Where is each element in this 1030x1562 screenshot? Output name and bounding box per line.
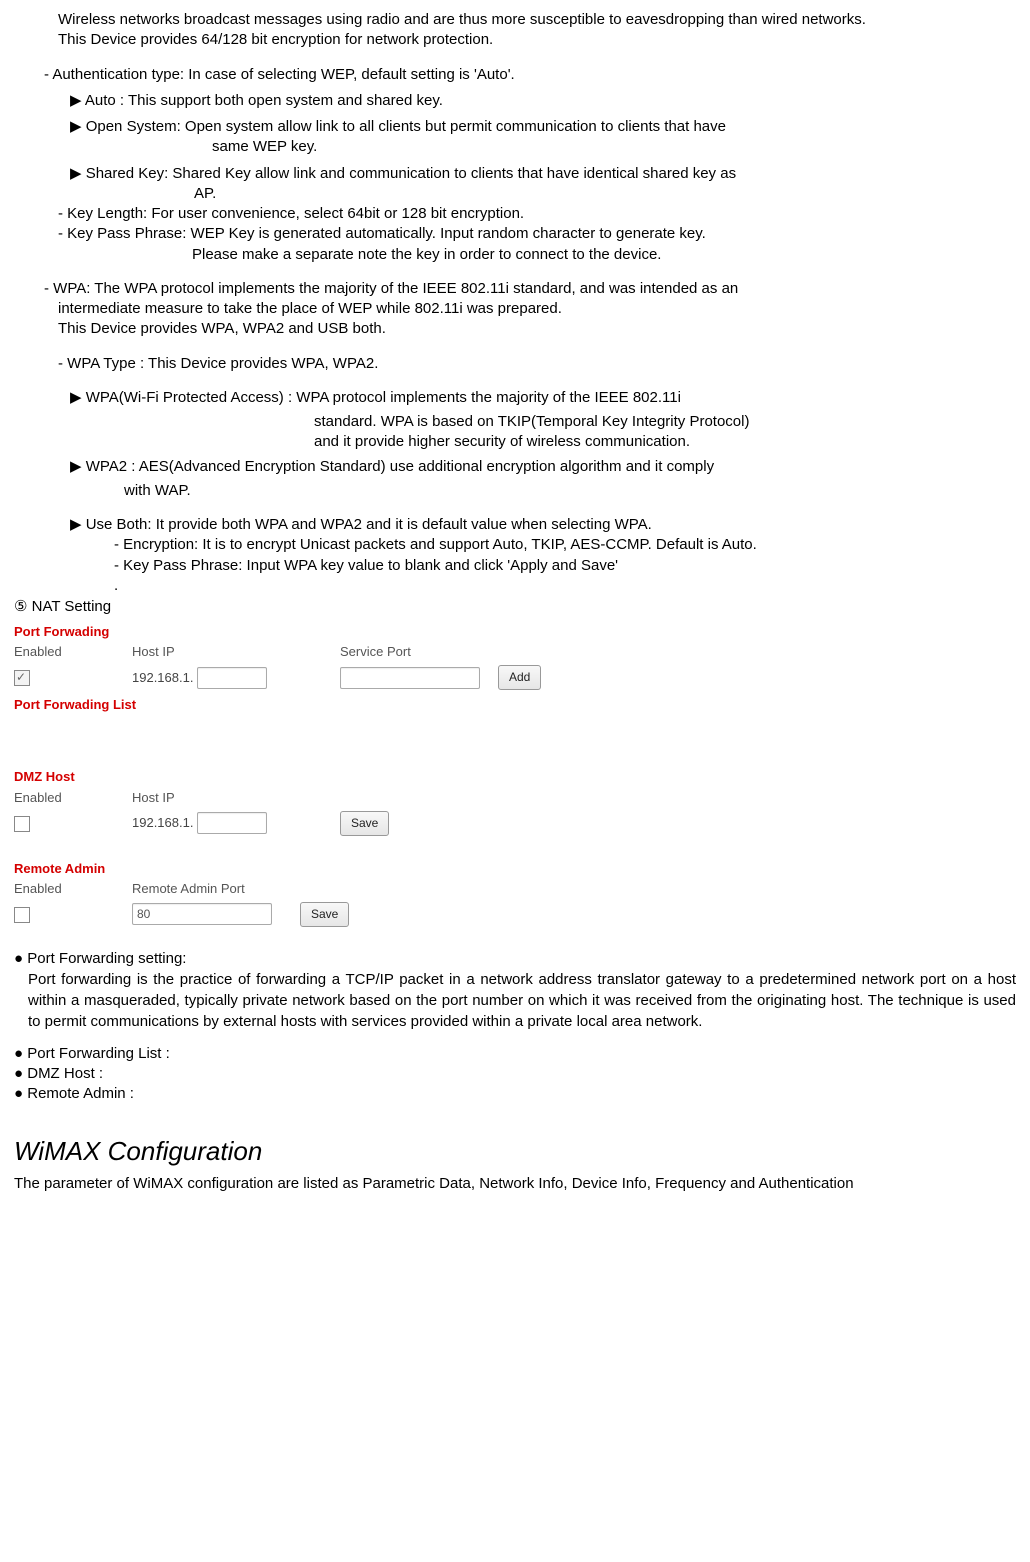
dmz-header: DMZ Host [14,768,574,786]
nat-setting-title: ⑤ NAT Setting [14,596,1016,617]
dmz-host-input[interactable] [197,812,267,834]
key-length: - Key Length: For user convenience, sele… [58,204,1016,224]
wpa-def1: WPA(Wi-Fi Protected Access) : WPA protoc… [70,388,1016,408]
wpa-def2: standard. WPA is based on TKIP(Temporal … [314,412,1016,432]
remote-admin-table: Enabled Remote Admin Port Save [14,878,357,929]
auth-head: - Authentication type: In case of select… [44,65,1016,85]
wpa-type: - WPA Type : This Device provides WPA, W… [58,354,1016,374]
auth-open1: Open System: Open system allow link to a… [70,117,1016,137]
pf-service-port-input[interactable] [340,667,480,689]
pf-host-input[interactable] [197,667,267,689]
auth-open2: same WEP key. [212,137,1016,157]
wpa2-def1: WPA2 : AES(Advanced Encryption Standard)… [70,457,1016,477]
text-line: This Device provides 64/128 bit encrypti… [58,30,1016,50]
auth-auto: Auto : This support both open system and… [70,91,1016,111]
col-service-port: Service Port [340,641,498,663]
col-enabled: Enabled [14,787,132,809]
wimax-config-title: WiMAX Configuration [14,1133,1016,1169]
wpa-dot: . [114,576,1016,596]
pf-enabled-checkbox[interactable] [14,670,30,686]
wireless-intro: Wireless networks broadcast messages usi… [58,10,1016,51]
wpa2-def2: with WAP. [124,481,1016,501]
pf-setting-heading: Port Forwarding setting: [14,949,1016,969]
col-hostip: Host IP [132,787,340,809]
ra-port-input[interactable] [132,903,272,925]
col-hostip: Host IP [132,641,340,663]
pf-list-heading: Port Forwarding List : [14,1044,1016,1064]
remote-admin-header: Remote Admin [14,860,574,878]
dmz-save-button[interactable]: Save [340,811,389,836]
wpa-line2: intermediate measure to take the place o… [58,299,1016,319]
port-forwarding-header: Port Forwading [14,623,574,641]
ra-save-button[interactable]: Save [300,902,349,927]
wpa-enc: - Encryption: It is to encrypt Unicast p… [114,535,1016,555]
auth-shared1: Shared Key: Shared Key allow link and co… [70,164,1016,184]
key-pass-phrase1: - Key Pass Phrase: WEP Key is generated … [58,224,1016,244]
auth-shared2: AP. [194,184,1016,204]
wpa-kpp: - Key Pass Phrase: Input WPA key value t… [114,556,1016,576]
wpa-useboth: Use Both: It provide both WPA and WPA2 a… [70,515,1016,535]
wpa-def3: and it provide higher security of wirele… [314,432,1016,452]
wpa-line3: This Device provides WPA, WPA2 and USB b… [58,319,1016,339]
dmz-enabled-checkbox[interactable] [14,816,30,832]
col-enabled: Enabled [14,878,132,900]
remote-admin-heading: Remote Admin : [14,1084,1016,1104]
nat-panel: Port Forwading Enabled Host IP Service P… [14,623,574,929]
text-line: Wireless networks broadcast messages usi… [58,10,1016,30]
key-pass-phrase2: Please make a separate note the key in o… [192,245,1016,265]
pf-body: Port forwarding is the practice of forwa… [28,969,1016,1032]
wpa-line1: - WPA: The WPA protocol implements the m… [44,279,1016,299]
col-ra-port: Remote Admin Port [132,878,300,900]
add-button[interactable]: Add [498,665,541,690]
pf-host-prefix: 192.168.1. [132,670,193,685]
wimax-body: The parameter of WiMAX configuration are… [14,1173,1016,1194]
port-forwarding-list-header: Port Forwading List [14,696,574,714]
dmz-table: Enabled Host IP 192.168.1. Save [14,787,397,838]
port-forwarding-table: Enabled Host IP Service Port 192.168.1. … [14,641,549,692]
dmz-heading: DMZ Host : [14,1064,1016,1084]
dmz-host-prefix: 192.168.1. [132,815,193,830]
ra-enabled-checkbox[interactable] [14,907,30,923]
col-enabled: Enabled [14,641,132,663]
